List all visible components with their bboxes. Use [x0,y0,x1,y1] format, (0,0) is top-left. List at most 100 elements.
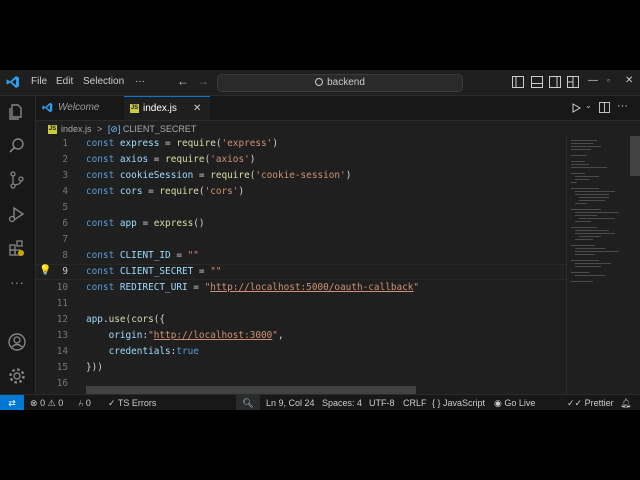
run-debug-icon[interactable] [7,204,27,224]
toggle-sidebar-icon[interactable] [512,76,524,88]
ts-errors-indicator[interactable]: ✓ TS Errors [108,395,156,410]
identifier: axios [119,154,149,165]
accounts-icon[interactable] [7,332,27,352]
keyword: const [86,218,115,229]
vscode-logo-icon [42,102,53,113]
identifier: app [86,314,103,325]
code-line: 2 const axios = require('axios') [36,152,566,168]
split-editor-icon[interactable] [599,102,610,113]
command-center-search[interactable]: backend [217,74,463,92]
breadcrumb-symbol[interactable]: CLIENT_SECRET [123,124,197,134]
property-name: credentials [108,346,171,357]
code-editor[interactable]: 1 const express = require('express') 2 con… [36,136,566,394]
activity-bar: ··· [0,96,36,394]
chevron-down-icon[interactable]: ⌄ [585,101,592,110]
indentation[interactable]: Spaces: 4 [322,395,362,410]
boolean-literal: true [176,346,199,357]
code-line: 6 const app = express() [36,216,566,232]
braces-icon: { } [432,398,441,408]
remote-icon[interactable]: ⇄ [0,395,24,410]
line-number: 14 [56,346,68,357]
menu-file[interactable]: File [31,76,47,87]
minimize-icon[interactable]: — [588,75,598,86]
horizontal-scrollbar[interactable] [86,386,416,394]
breadcrumb-file[interactable]: index.js [61,124,92,134]
code-line: 7 [36,232,566,248]
keyword: const [86,282,115,293]
zoom-icon[interactable]: 🔍︎ [236,395,260,410]
property-name: origin [108,330,143,341]
more-actions-icon[interactable]: ··· [617,100,628,112]
check-icon: ✓ [108,398,116,408]
line-number: 11 [56,298,68,309]
line-number: 4 [62,186,68,197]
close-tab-icon[interactable]: ✕ [193,97,201,121]
code-line: 14 credentials:true [36,344,566,360]
line-number: 10 [56,282,68,293]
menu-more[interactable]: ··· [135,76,145,87]
lightbulb-icon[interactable]: 💡 [39,265,51,276]
vertical-scrollbar[interactable] [630,136,640,176]
keyword: const [86,170,115,181]
back-arrow-icon[interactable]: ← [177,74,189,88]
menu-selection[interactable]: Selection [83,76,124,87]
function-name: require [210,170,250,181]
string-literal: 'axios' [210,154,250,165]
function-name: use [108,314,126,325]
identifier: cookieSession [119,170,194,181]
code-line: 13 origin:"http://localhost:3000", [36,328,566,344]
notifications-bell-icon[interactable]: 🔔︎ [620,395,631,410]
explorer-icon[interactable] [7,102,27,122]
warning-count: 0 [58,398,64,408]
problems-indicator[interactable]: ⊗ 0 ⚠ 0 [30,395,63,410]
language-mode[interactable]: { } JavaScript [432,395,485,410]
minimap[interactable] [566,136,631,394]
function-name: require [165,154,205,165]
javascript-file-icon: JS [130,103,139,113]
customize-layout-icon[interactable] [567,76,579,88]
line-number: 6 [62,218,68,229]
forward-arrow-icon[interactable]: → [197,74,209,88]
more-views-icon[interactable]: ··· [7,272,27,292]
tab-welcome[interactable]: Welcome [36,96,124,120]
run-file-icon[interactable] [571,103,581,113]
identifier: CLIENT_SECRET [119,266,194,277]
variable-symbol-icon: [⊘] [107,124,121,134]
toggle-secondary-sidebar-icon[interactable] [549,76,561,88]
identifier: REDIRECT_URI [119,282,188,293]
toggle-panel-icon[interactable] [531,76,543,88]
string-literal: 'express' [221,138,273,149]
code-line: 1 const express = require('express') [36,136,566,152]
source-control-icon[interactable] [7,170,27,190]
line-number: 16 [56,378,68,389]
title-bar: File Edit Selection ··· ← → backend — ▫ … [0,70,640,96]
code-line: 5 [36,200,566,216]
line-ending[interactable]: CRLF [403,395,427,410]
tab-index-js[interactable]: JS index.js ✕ [124,96,210,120]
ports-indicator[interactable]: ⑃ 0 [78,395,91,410]
close-window-icon[interactable]: ✕ [625,75,633,86]
ports-count: 0 [85,398,91,408]
prettier-label: Prettier [584,398,614,408]
cursor-position[interactable]: Ln 9, Col 24 [266,395,315,410]
keyword: const [86,138,115,149]
search-icon [315,78,324,86]
search-icon[interactable] [7,136,27,156]
line-number: 8 [62,250,68,261]
go-live-button[interactable]: ◉ Go Live [494,395,535,410]
encoding[interactable]: UTF-8 [369,395,395,410]
url-link[interactable]: http://localhost:3000 [154,330,273,341]
menu-edit[interactable]: Edit [56,76,73,87]
gear-icon[interactable] [7,366,27,386]
tab-label: index.js [143,103,177,114]
vscode-logo-icon [6,76,19,88]
identifier: cors [119,186,143,197]
extensions-icon[interactable] [7,238,27,258]
url-link[interactable]: http://localhost:5000/oauth-callback [210,282,413,293]
breadcrumb: JS index.js > [⊘] CLIENT_SECRET [48,122,196,136]
code-line: 12 app.use(cors({ [36,312,566,328]
prettier-indicator[interactable]: ✓✓ Prettier [567,395,614,410]
restore-icon[interactable]: ▫ [607,76,610,85]
breadcrumb-separator: > [97,124,103,134]
string-literal: "" [210,266,222,277]
